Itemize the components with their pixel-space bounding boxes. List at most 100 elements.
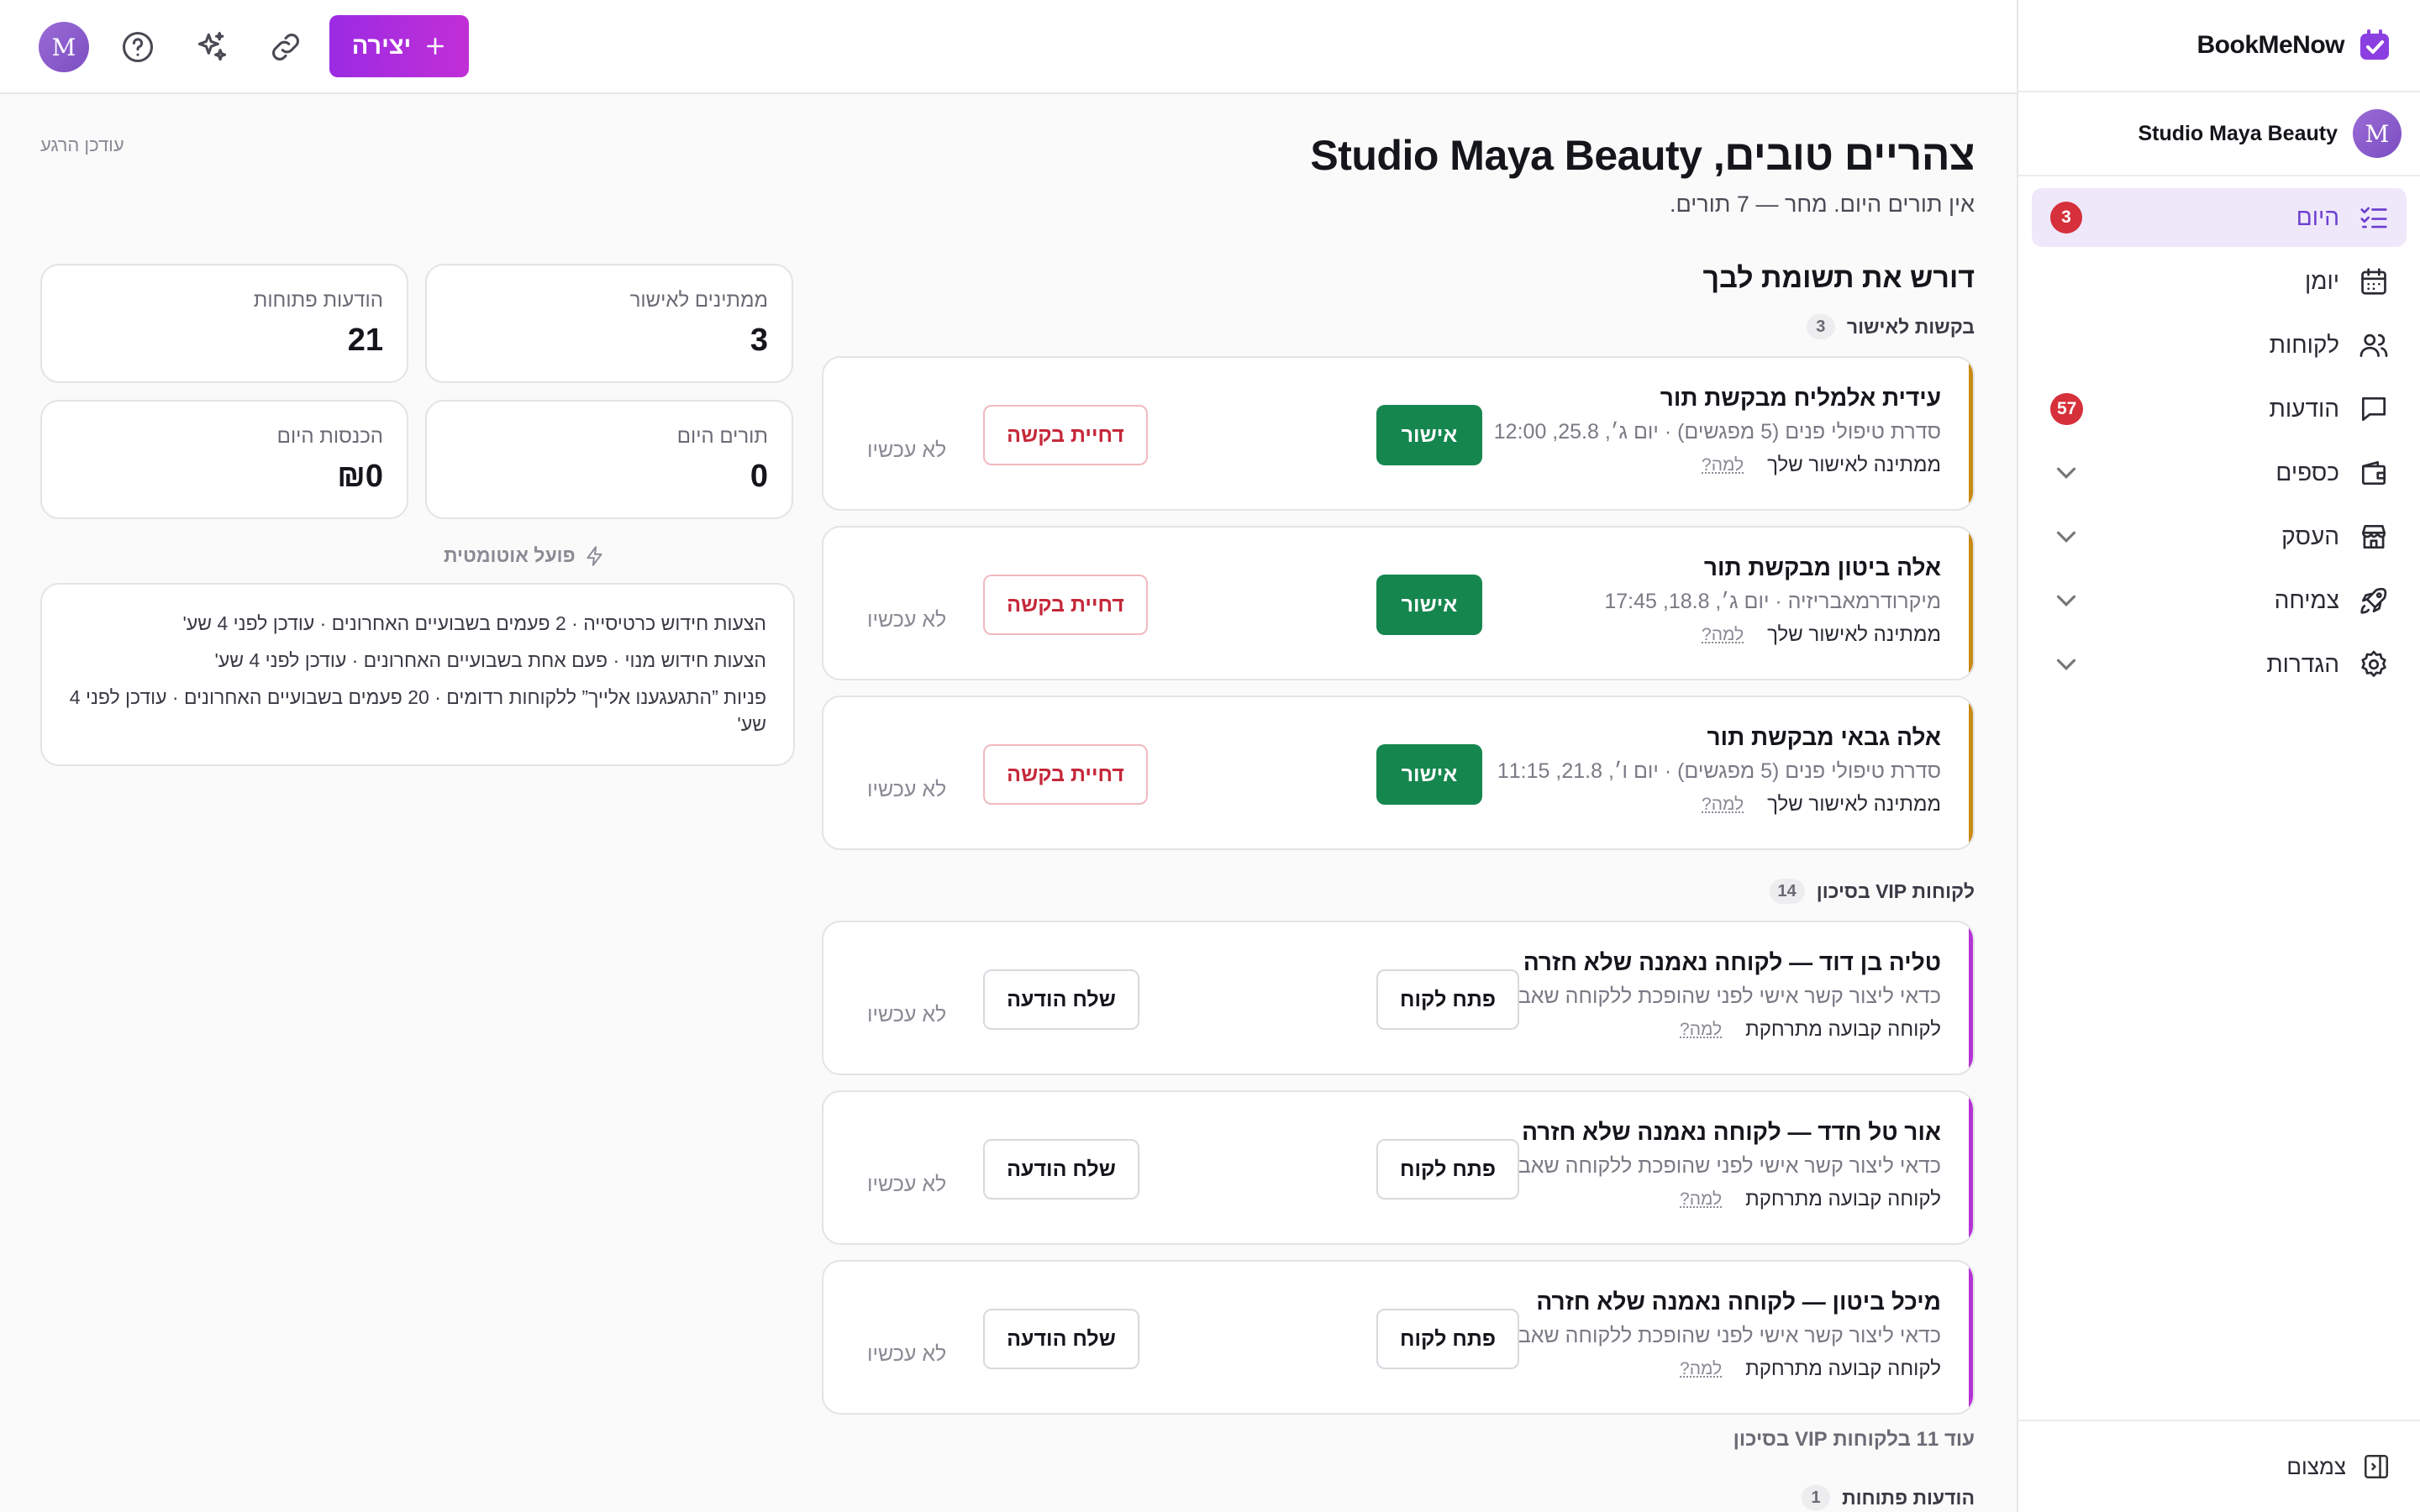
chevron-down-icon [2056, 595, 2076, 606]
sidebar-item-label: הגדרות [2266, 651, 2339, 677]
stat-value: ₪0 [337, 459, 383, 494]
card-title: טליה בן דוד — לקוחה נאמנה שלא חזרה [1523, 949, 1941, 975]
stat-card-today-revenue[interactable]: הכנסות היום ₪0 [40, 400, 408, 519]
chevron-down-icon [2056, 659, 2076, 670]
card-subtitle: כדאי ליצור קשר אישי לפני שהופכת ללקוחה ש… [1487, 984, 1941, 1008]
sidebar-item-label: היום [2296, 204, 2339, 230]
open-client-button[interactable]: פתח לקוח [1376, 1139, 1519, 1200]
app-root: BookMeNow M Studio Maya Beauty היום 3 יו… [0, 0, 2420, 1512]
vip-client-card: אור טל חדד — לקוחה נאמנה שלא חזרה כדאי ל… [822, 1090, 1975, 1245]
help-icon[interactable] [119, 29, 156, 66]
open-client-button[interactable]: פתח לקוח [1376, 1309, 1519, 1369]
status-text: לקוחה קבועה מתרחקת [1745, 1018, 1941, 1041]
card-status: ממתינה לאישור שלך למה? [1702, 623, 1941, 647]
card-subtitle: כדאי ליצור קשר אישי לפני שהופכת ללקוחה ש… [1487, 1324, 1941, 1347]
collapse-sidebar-button[interactable]: צמצום [2018, 1420, 2420, 1512]
approve-button[interactable]: אישור [1376, 405, 1482, 465]
sidebar-item-label: יומן [2304, 268, 2339, 294]
more-vip-link[interactable]: עוד 11 בלקוחות VIP בסיכון [1733, 1428, 1975, 1452]
chevron-down-icon [2056, 531, 2076, 543]
count-pill: 1 [1802, 1485, 1831, 1510]
sparkles-icon[interactable] [193, 29, 230, 66]
automation-item: הצעות חידוש כרטיסייה · 2 פעמים בשבועיים … [182, 612, 766, 634]
stat-card-open-messages[interactable]: הודעות פתוחות 21 [40, 264, 408, 383]
brand[interactable]: BookMeNow [2018, 0, 2420, 92]
dismiss-button[interactable]: לא עכשיו [867, 1324, 946, 1384]
open-client-button[interactable]: פתח לקוח [1376, 969, 1519, 1030]
page-subtitle: אין תורים היום. מחר — 7 תורים. [1670, 192, 1975, 217]
sidebar-item-label: כספים [2275, 459, 2339, 486]
sidebar-item-calendar[interactable]: יומן [2032, 252, 2407, 311]
stat-label: הכנסות היום [276, 425, 383, 448]
approve-button[interactable]: אישור [1376, 575, 1482, 635]
booking-request-card: אלה גבאי מבקשת תור סדרת טיפולי פנים (5 מ… [822, 696, 1975, 850]
count-pill: 3 [1806, 314, 1835, 339]
vip-client-card: מיכל ביטון — לקוחה נאמנה שלא חזרה כדאי ל… [822, 1260, 1975, 1415]
sidebar-item-clients[interactable]: לקוחות [2032, 316, 2407, 375]
automation-item: פניות ”התגעגענו אלייך” ללקוחות רדומים · … [69, 686, 766, 735]
dismiss-button[interactable]: לא עכשיו [867, 1154, 946, 1215]
booking-request-card: אלה ביטון מבקשת תור מיקרודרמאבריזיה · יו… [822, 526, 1975, 680]
wallet-icon [2361, 460, 2386, 486]
vip-client-card: טליה בן דוד — לקוחה נאמנה שלא חזרה כדאי … [822, 921, 1975, 1075]
user-avatar[interactable]: M [39, 22, 89, 72]
link-icon[interactable] [267, 29, 304, 66]
attention-section-title: דורש את תשומת לבך [1702, 262, 1975, 294]
dismiss-button[interactable]: לא עכשיו [867, 759, 946, 820]
org-switcher[interactable]: M Studio Maya Beauty [2018, 92, 2420, 176]
dismiss-button[interactable]: לא עכשיו [867, 420, 946, 480]
card-title: מיכל ביטון — לקוחה נאמנה שלא חזרה [1536, 1289, 1941, 1315]
reject-button[interactable]: דחיית בקשה [983, 744, 1148, 805]
card-title: אלה ביטון מבקשת תור [1703, 554, 1941, 580]
dismiss-button[interactable]: לא עכשיו [867, 590, 946, 650]
why-link[interactable]: למה? [1680, 1020, 1722, 1040]
send-message-button[interactable]: שלח הודעה [983, 1139, 1139, 1200]
status-text: לקוחה קבועה מתרחקת [1745, 1357, 1941, 1380]
stat-card-pending[interactable]: ממתינים לאישור 3 [425, 264, 793, 383]
approve-button[interactable]: אישור [1376, 744, 1482, 805]
card-subtitle: כדאי ליצור קשר אישי לפני שהופכת ללקוחה ש… [1487, 1154, 1941, 1178]
card-subtitle: סדרת טיפולי פנים (5 מפגשים) · יום ג׳, 25… [1493, 420, 1941, 444]
sidebar-item-today[interactable]: היום 3 [2032, 188, 2407, 247]
store-icon [2361, 524, 2386, 549]
why-link[interactable]: למה? [1702, 795, 1744, 815]
card-status: לקוחה קבועה מתרחקת למה? [1680, 1357, 1941, 1381]
gear-icon [2361, 650, 2386, 677]
sidebar-item-business[interactable]: העסק [2032, 507, 2407, 566]
booking-request-card: עידית אלמליח מבקשת תור סדרת טיפולי פנים … [822, 356, 1975, 511]
org-avatar: M [2353, 109, 2402, 158]
automation-header: פועל אוטומטית [444, 544, 606, 567]
sidebar-item-messages[interactable]: הודעות 57 [2032, 380, 2407, 438]
org-name: Studio Maya Beauty [2138, 121, 2338, 145]
stat-value: 0 [750, 459, 768, 494]
card-title: אור טל חדד — לקוחה נאמנה שלא חזרה [1522, 1119, 1941, 1145]
status-text: ממתינה לאישור שלך [1767, 793, 1941, 816]
send-message-button[interactable]: שלח הודעה [983, 969, 1139, 1030]
users-icon [2360, 333, 2388, 358]
sidebar-item-growth[interactable]: צמיחה [2032, 571, 2407, 630]
sidebar-item-finance[interactable]: כספים [2032, 444, 2407, 502]
why-link[interactable]: למה? [1680, 1189, 1722, 1210]
why-link[interactable]: למה? [1702, 455, 1744, 475]
create-button[interactable]: יצירה [329, 15, 469, 77]
create-button-label: יצירה [351, 32, 412, 60]
send-message-button[interactable]: שלח הודעה [983, 1309, 1139, 1369]
calendar-icon [2361, 268, 2386, 295]
group-title: בקשות לאישור [1846, 315, 1975, 338]
reject-button[interactable]: דחיית בקשה [983, 575, 1148, 635]
reject-button[interactable]: דחיית בקשה [983, 405, 1148, 465]
stat-card-today-appointments[interactable]: תורים היום 0 [425, 400, 793, 519]
stat-value: 21 [347, 323, 383, 358]
group-title: לקוחות VIP בסיכון [1816, 879, 1975, 902]
why-link[interactable]: למה? [1702, 625, 1744, 645]
sidebar-item-settings[interactable]: הגדרות [2032, 635, 2407, 694]
card-title: אלה גבאי מבקשת תור [1707, 724, 1941, 750]
dismiss-button[interactable]: לא עכשיו [867, 984, 946, 1045]
status-text: ממתינה לאישור שלך [1767, 454, 1941, 476]
sidebar-item-label: לקוחות [2269, 332, 2339, 358]
rocket-icon [2360, 587, 2387, 614]
card-status: לקוחה קבועה מתרחקת למה? [1680, 1188, 1941, 1211]
automation-item: הצעות חידוש מנוי · פעם אחת בשבועיים האחר… [214, 649, 766, 671]
why-link[interactable]: למה? [1680, 1359, 1722, 1379]
stat-label: ממתינים לאישור [629, 289, 768, 312]
